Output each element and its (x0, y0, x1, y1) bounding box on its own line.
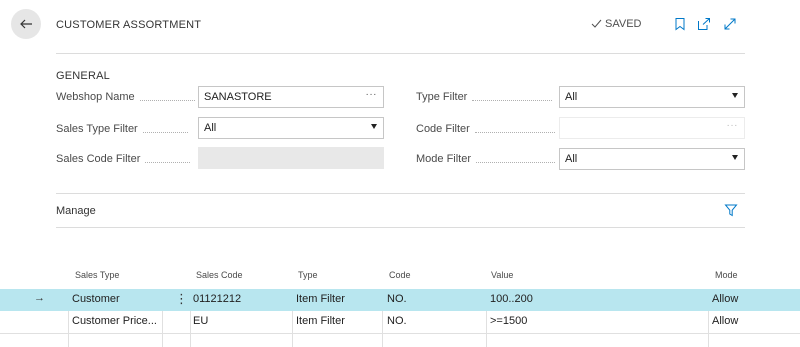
cell-type[interactable]: Item Filter (296, 293, 345, 305)
column-divider (162, 311, 163, 347)
webshop-name-field[interactable]: SANASTORE ··· (198, 86, 384, 108)
saved-status: SAVED (591, 18, 641, 30)
sales-code-filter-field (198, 147, 384, 169)
column-header-type[interactable]: Type (298, 270, 318, 280)
webshop-name-value: SANASTORE (204, 91, 272, 103)
saved-label: SAVED (605, 18, 642, 30)
manage-action[interactable]: Manage (56, 205, 96, 217)
type-filter-select[interactable]: All (559, 86, 745, 108)
column-divider (382, 311, 383, 347)
column-header-sales-code[interactable]: Sales Code (196, 270, 243, 280)
column-header-mode[interactable]: Mode (715, 270, 738, 280)
cell-sales-type[interactable]: Customer Price... (72, 315, 157, 327)
column-divider (486, 311, 487, 347)
table-row[interactable]: → Customer ⋮ 01121212 Item Filter NO. 10… (0, 289, 800, 311)
cell-sales-type[interactable]: Customer (72, 293, 120, 305)
chevron-down-icon (732, 155, 738, 160)
row-pointer-arrow-icon: → (34, 292, 45, 304)
cell-type[interactable]: Item Filter (296, 315, 345, 327)
lookup-ellipsis-icon[interactable]: ··· (727, 120, 739, 131)
arrow-left-icon (20, 19, 32, 29)
column-header-code[interactable]: Code (389, 270, 411, 280)
mode-filter-label: Mode Filter (416, 153, 556, 165)
cell-mode[interactable]: Allow (712, 293, 738, 305)
row-divider (0, 333, 800, 334)
code-filter-field[interactable]: ··· (559, 117, 745, 139)
type-filter-value: All (565, 91, 578, 103)
column-header-sales-type[interactable]: Sales Type (75, 270, 119, 280)
general-section-title: GENERAL (56, 70, 110, 82)
webshop-name-label: Webshop Name (56, 91, 195, 103)
column-divider (68, 311, 69, 347)
check-icon (591, 19, 602, 28)
cell-mode[interactable]: Allow (712, 315, 738, 327)
column-divider (292, 311, 293, 347)
cell-value[interactable]: >=1500 (490, 315, 527, 327)
column-divider (190, 311, 191, 347)
sales-type-filter-select[interactable]: All (198, 117, 384, 139)
type-filter-label: Type Filter (416, 91, 553, 103)
lookup-ellipsis-icon[interactable]: ··· (366, 89, 378, 100)
cell-code[interactable]: NO. (387, 293, 407, 305)
table-row[interactable]: Customer Price... EU Item Filter NO. >=1… (0, 311, 800, 333)
open-in-new-window-icon[interactable] (697, 17, 711, 31)
page-title: CUSTOMER ASSORTMENT (56, 19, 202, 31)
column-header-value[interactable]: Value (491, 270, 513, 280)
more-vertical-icon[interactable]: ⋮ (175, 291, 188, 307)
sales-type-filter-value: All (204, 122, 217, 134)
chevron-down-icon (371, 124, 377, 129)
bookmark-icon[interactable] (673, 17, 687, 31)
manage-bottom-divider (56, 227, 745, 228)
chevron-down-icon (732, 93, 738, 98)
mode-filter-value: All (565, 153, 578, 165)
cell-code[interactable]: NO. (387, 315, 407, 327)
cell-value[interactable]: 100..200 (490, 293, 533, 305)
cell-sales-code[interactable]: 01121212 (193, 293, 241, 305)
sales-type-filter-label: Sales Type Filter (56, 123, 188, 135)
manage-top-divider (56, 193, 745, 194)
column-divider (708, 311, 709, 347)
header-divider (56, 53, 745, 54)
expand-icon[interactable] (723, 17, 737, 31)
back-button[interactable] (11, 9, 41, 39)
sales-code-filter-label: Sales Code Filter (56, 153, 191, 165)
code-filter-label: Code Filter (416, 123, 555, 135)
mode-filter-select[interactable]: All (559, 148, 745, 170)
filter-funnel-icon[interactable] (724, 203, 738, 217)
cell-sales-code[interactable]: EU (193, 315, 208, 327)
